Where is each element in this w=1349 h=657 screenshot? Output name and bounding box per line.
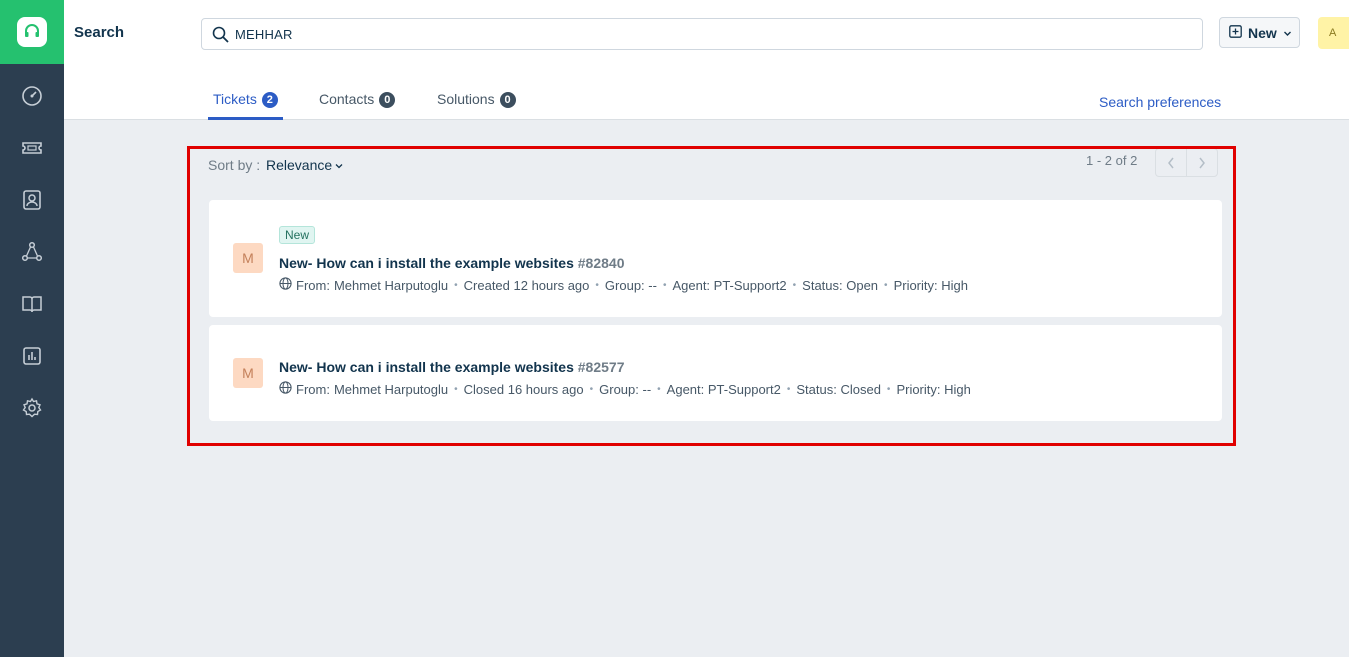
new-button-label: New — [1248, 24, 1277, 41]
highlight-annotation-box — [187, 146, 1236, 446]
page-title: Search — [74, 24, 125, 41]
search-preferences-link[interactable]: Search preferences — [1099, 94, 1221, 110]
search-query-text: MEHHAR — [235, 27, 293, 42]
contacts-icon[interactable] — [20, 188, 44, 212]
dashboard-icon[interactable] — [20, 84, 44, 108]
tab-count-badge: 0 — [499, 92, 516, 108]
new-button[interactable]: New — [1219, 17, 1300, 48]
plus-square-icon — [1229, 24, 1242, 41]
tab-count-badge: 0 — [379, 92, 396, 108]
solutions-book-icon[interactable] — [20, 292, 44, 316]
app-logo[interactable] — [0, 0, 64, 64]
tab-solutions[interactable]: Solutions 0 — [437, 91, 516, 120]
settings-gear-icon[interactable] — [20, 396, 44, 420]
tab-contacts[interactable]: Contacts 0 — [319, 91, 396, 120]
tab-tickets[interactable]: Tickets 2 — [208, 91, 283, 120]
sidebar — [0, 0, 64, 657]
tab-count-badge: 2 — [261, 92, 278, 108]
groups-icon[interactable] — [20, 240, 44, 264]
user-avatar[interactable]: A — [1318, 17, 1349, 49]
search-icon — [212, 26, 229, 48]
search-input[interactable]: MEHHAR — [201, 18, 1203, 50]
tab-label: Tickets — [213, 91, 257, 107]
tab-label: Contacts — [319, 91, 375, 107]
chevron-down-icon — [1283, 25, 1292, 41]
headset-logo-icon — [17, 17, 47, 47]
header-bar: Search MEHHAR New A Tickets 2 Contacts 0… — [64, 0, 1349, 120]
tab-label: Solutions — [437, 91, 495, 107]
reports-icon[interactable] — [20, 344, 44, 368]
ticket-icon[interactable] — [20, 136, 44, 160]
